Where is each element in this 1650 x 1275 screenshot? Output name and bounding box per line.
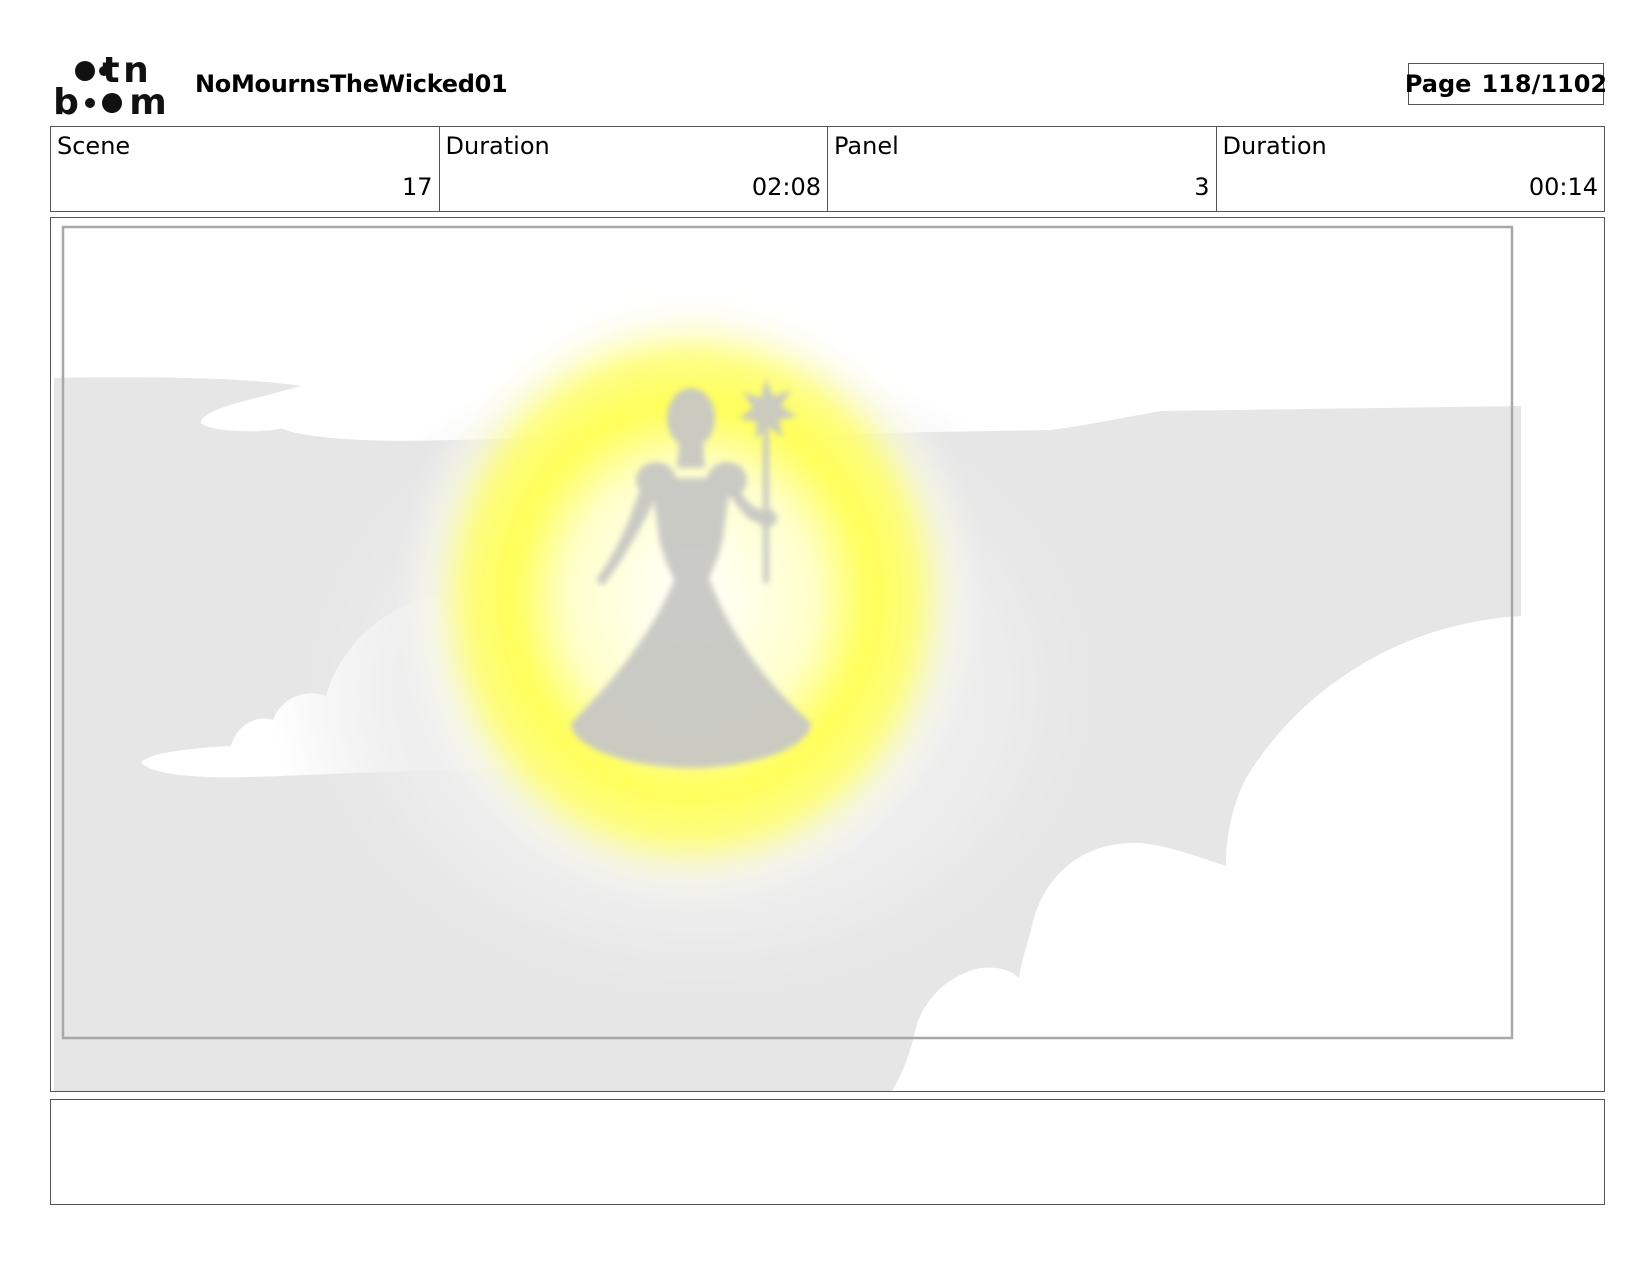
panel-duration-label: Duration bbox=[1222, 132, 1327, 160]
scene-label: Scene bbox=[57, 132, 131, 160]
svg-text:b: b bbox=[53, 82, 79, 118]
panel-label: Panel bbox=[834, 132, 899, 160]
toon-boom-logo: t n b m bbox=[53, 52, 167, 118]
scene-info-table: Scene 17 Duration 02:08 Panel 3 Duration… bbox=[50, 126, 1605, 212]
panel-caption-box bbox=[50, 1099, 1605, 1205]
page-number: 118/1102 bbox=[1481, 70, 1608, 98]
scene-duration-cell: Duration 02:08 bbox=[440, 127, 828, 211]
scene-duration-value: 02:08 bbox=[751, 173, 821, 201]
svg-text:m: m bbox=[129, 82, 167, 118]
panel-value: 3 bbox=[1194, 173, 1210, 201]
scene-value: 17 bbox=[401, 173, 433, 201]
project-title: NoMournsTheWicked01 bbox=[195, 70, 508, 98]
panel-duration-cell: Duration 00:14 bbox=[1217, 127, 1605, 211]
panel-artwork bbox=[51, 218, 1604, 1091]
page-label: Page bbox=[1404, 70, 1472, 98]
scene-cell: Scene 17 bbox=[51, 127, 440, 211]
panel-duration-value: 00:14 bbox=[1528, 173, 1598, 201]
page-indicator: Page 118/1102 bbox=[1404, 63, 1608, 105]
storyboard-panel bbox=[50, 217, 1605, 1092]
scene-duration-label: Duration bbox=[445, 132, 550, 160]
panel-cell: Panel 3 bbox=[828, 127, 1217, 211]
